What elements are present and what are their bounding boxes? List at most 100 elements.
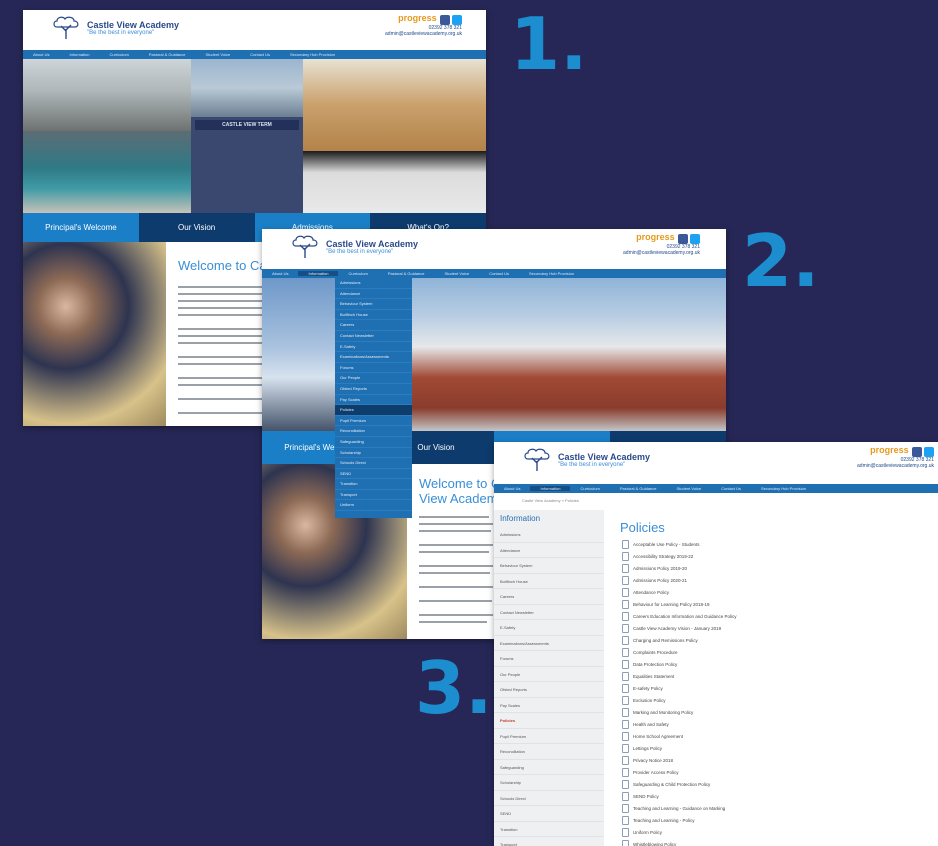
sidebar-item[interactable]: Ofsted Reports [494,682,604,698]
policy-link[interactable]: Privacy Notice 2018 [633,758,673,763]
nav-information[interactable]: Information [59,52,99,57]
policy-link[interactable]: Health and Safety [633,722,669,727]
nav-curriculum[interactable]: Curriculum [99,52,138,57]
policy-item[interactable]: Acceptable Use Policy - Students [622,540,700,549]
dropdown-item-policies[interactable]: Policies [335,405,412,416]
email-address[interactable]: admin@castleviewacademy.org.uk [385,31,462,37]
nav-pastoral[interactable]: Pastoral & Guidance [378,271,435,276]
panel-principals-welcome[interactable]: Principal's Welcome [23,213,139,242]
dropdown-item[interactable]: Forums [335,363,412,374]
policy-link[interactable]: Home School Agreement [633,734,683,739]
policy-link[interactable]: SEND Policy [633,794,659,799]
sidebar-item[interactable]: SEND [494,806,604,822]
policy-item[interactable]: Whistleblowing Policy [622,840,676,846]
sidebar-item[interactable]: Admissions [494,527,604,543]
policy-link[interactable]: Safeguarding & Child Protection Policy [633,782,710,787]
policy-link[interactable]: Admissions Policy 2020-21 [633,578,687,583]
policy-link[interactable]: E-safety Policy [633,686,663,691]
dropdown-item[interactable]: E-Safety [335,342,412,353]
sidebar-item[interactable]: Safeguarding [494,760,604,775]
policy-item[interactable]: Home School Agreement [622,732,683,741]
policy-link[interactable]: Accessibility Strategy 2019-22 [633,554,693,559]
nav-about[interactable]: About Us [494,486,530,491]
policy-link[interactable]: Careers Education Information and Guidan… [633,614,737,619]
policy-link[interactable]: Uniform Policy [633,830,662,835]
dropdown-item[interactable]: Examinations/Assessments [335,352,412,363]
nav-hub[interactable]: Secondary Hub Provision [280,52,345,57]
dropdown-item[interactable]: Attendance [335,289,412,300]
nav-about[interactable]: About Us [262,271,298,276]
policy-link[interactable]: Teaching and Learning - Guidance on Mark… [633,806,725,811]
policy-item[interactable]: Admissions Policy 2019-20 [622,564,687,573]
nav-information[interactable]: Information [530,486,571,491]
policy-link[interactable]: Admissions Policy 2019-20 [633,566,687,571]
nav-student-voice[interactable]: Student Voice [667,486,712,491]
sidebar-item[interactable]: Bullfinch House [494,574,604,589]
nav-information[interactable]: Information [298,271,339,276]
policy-link[interactable]: Lettings Policy [633,746,662,751]
site-logo[interactable]: Castle View Academy "Be the best in ever… [522,447,650,473]
policy-item[interactable]: Health and Safety [622,720,669,729]
dropdown-item[interactable]: Pay Scales [335,395,412,406]
nav-hub[interactable]: Secondary Hub Provision [751,486,816,491]
sidebar-item[interactable]: Careers [494,589,604,605]
policy-link[interactable]: Attendance Policy [633,590,669,595]
facebook-icon[interactable] [440,14,450,25]
policy-item[interactable]: Castle View Academy Vision - January 201… [622,624,721,633]
policy-item[interactable]: Accessibility Strategy 2019-22 [622,552,693,561]
policy-item[interactable]: Complaints Procedure [622,648,678,657]
nav-hub[interactable]: Secondary Hub Provision [519,271,584,276]
breadcrumb[interactable]: Castle View Academy » Policies [522,498,579,503]
sidebar-item[interactable]: E-Safety [494,620,604,636]
nav-student-voice[interactable]: Student Voice [435,271,480,276]
policy-link[interactable]: Behaviour for Learning Policy 2018-19 [633,602,710,607]
dropdown-item[interactable]: Reconciliation [335,426,412,437]
policy-item[interactable]: Exclusion Policy [622,696,666,705]
dropdown-item[interactable]: Safeguarding [335,437,412,448]
dropdown-item[interactable]: Careers [335,320,412,331]
nav-contact[interactable]: Contact Us [711,486,751,491]
dropdown-item[interactable]: Schools Direct [335,458,412,469]
nav-curriculum[interactable]: Curriculum [338,271,377,276]
policy-link[interactable]: Complaints Procedure [633,650,678,655]
sidebar-item[interactable]: Scholarship [494,775,604,791]
sidebar-item[interactable]: Schools Direct [494,791,604,806]
policy-link[interactable]: Exclusion Policy [633,698,666,703]
policy-item[interactable]: Data Protection Policy [622,660,677,669]
nav-contact[interactable]: Contact Us [240,52,280,57]
twitter-icon[interactable] [690,233,700,244]
dropdown-item[interactable]: Pupil Premium [335,416,412,427]
policy-item[interactable]: Privacy Notice 2018 [622,756,673,765]
policy-link[interactable]: Acceptable Use Policy - Students [633,542,700,547]
policy-item[interactable]: Equalities Statement [622,672,674,681]
nav-student-voice[interactable]: Student Voice [196,52,241,57]
email-address[interactable]: admin@castleviewacademy.org.uk [857,463,934,469]
dropdown-item[interactable]: Scholarship [335,448,412,459]
policy-item[interactable]: Charging and Remissions Policy [622,636,698,645]
policy-item[interactable]: Careers Education Information and Guidan… [622,612,737,621]
policy-link[interactable]: Data Protection Policy [633,662,677,667]
policy-link[interactable]: Marking and Monitoring Policy [633,710,693,715]
dropdown-item[interactable]: Transport [335,490,412,501]
policy-item[interactable]: E-safety Policy [622,684,663,693]
sidebar-item[interactable]: Examinations/Assessments [494,636,604,651]
twitter-icon[interactable] [924,446,934,457]
dropdown-item[interactable]: Contact Newsletter [335,331,412,342]
facebook-icon[interactable] [912,446,922,457]
dropdown-item[interactable]: Admissions [335,278,412,289]
dropdown-item[interactable]: Transition [335,479,412,490]
nav-contact[interactable]: Contact Us [479,271,519,276]
dropdown-item[interactable]: Our People [335,373,412,384]
dropdown-item[interactable]: Uniform [335,500,412,512]
policy-item[interactable]: Lettings Policy [622,744,662,753]
policy-item[interactable]: SEND Policy [622,792,659,801]
policy-item[interactable]: Teaching and Learning - Policy [622,816,695,825]
policy-item[interactable]: Marking and Monitoring Policy [622,708,693,717]
site-logo[interactable]: Castle View Academy "Be the best in ever… [51,15,179,41]
policy-item[interactable]: Admissions Policy 2020-21 [622,576,687,585]
policy-item[interactable]: Teaching and Learning - Guidance on Mark… [622,804,725,813]
policy-item[interactable]: Behaviour for Learning Policy 2018-19 [622,600,710,609]
policy-link[interactable]: Whistleblowing Policy [633,842,676,846]
sidebar-item[interactable]: Our People [494,667,604,682]
sidebar-item-policies[interactable]: Policies [494,713,604,729]
